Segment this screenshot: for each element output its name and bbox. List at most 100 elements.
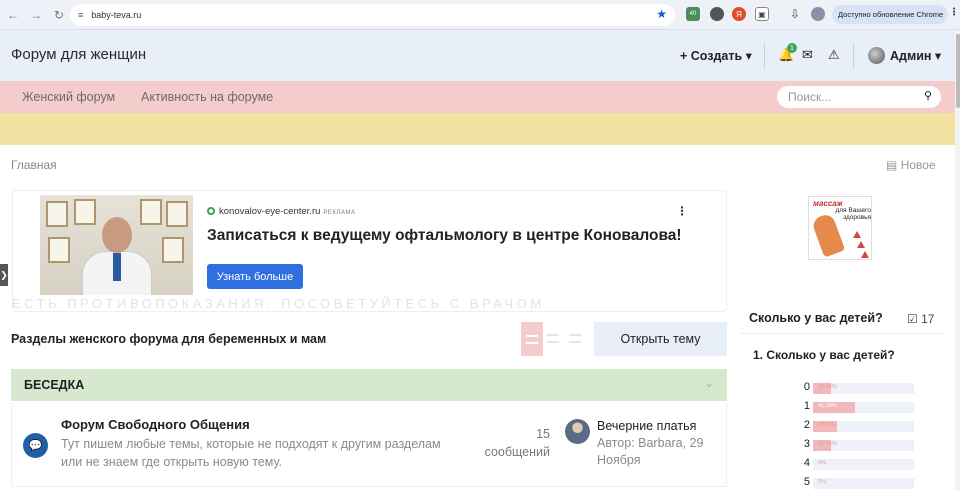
poll-option-percent: 17,65% bbox=[818, 441, 837, 447]
decor-triangle bbox=[853, 231, 861, 238]
poll-option: 0 17,65% bbox=[800, 381, 920, 395]
side-panel-toggle[interactable]: ❯ bbox=[0, 264, 8, 286]
sidebar-ad-banner[interactable]: массаж для Вашего здоровья bbox=[808, 196, 872, 260]
new-posts-link[interactable]: ▤ Новое bbox=[886, 158, 936, 172]
update-label: Доступно обновление Chrome bbox=[838, 10, 944, 19]
poll-option: 4 0% bbox=[800, 457, 920, 471]
ad-domain-text: konovalov-eye-center.ru bbox=[219, 206, 321, 217]
last-post-author: Автор: Barbara, 29 Ноября bbox=[597, 436, 704, 467]
diploma-frame bbox=[162, 237, 184, 263]
diploma-frame bbox=[46, 201, 68, 227]
last-post-title[interactable]: Вечерние платья bbox=[597, 419, 696, 433]
search-icon[interactable]: ⚲ bbox=[924, 89, 932, 102]
doctor-tie bbox=[113, 253, 121, 281]
bookmark-star-icon[interactable]: ★ bbox=[656, 7, 667, 21]
chevron-down-icon[interactable]: ⌄ bbox=[704, 376, 714, 390]
ad-cta-button[interactable]: Узнать больше bbox=[207, 264, 303, 289]
notification-badge: 1 bbox=[787, 43, 797, 53]
poll-bar-track: 0% bbox=[813, 478, 914, 489]
category-header[interactable]: БЕСЕДКА ⌄ bbox=[11, 369, 727, 401]
decor-triangle bbox=[857, 241, 865, 248]
divider bbox=[853, 44, 854, 68]
divider bbox=[740, 333, 944, 334]
poll-option-percent: 0% bbox=[818, 479, 826, 485]
poll-bar-track: 17,65% bbox=[813, 440, 914, 451]
poll-option-label: 3 bbox=[803, 438, 810, 450]
poll-option-percent: 17,65% bbox=[818, 384, 837, 390]
poll-bar-track: 41,18% bbox=[813, 402, 914, 413]
extension-icon[interactable] bbox=[710, 7, 724, 21]
profile-icon[interactable] bbox=[811, 7, 825, 21]
create-label: + Создать bbox=[680, 49, 743, 63]
poll-title[interactable]: Сколько у вас детей? bbox=[749, 311, 883, 325]
poll-option: 5 0% bbox=[800, 476, 920, 490]
main-nav: Женский форум Активность на форуме Поиск… bbox=[0, 81, 955, 113]
list-view-button[interactable] bbox=[521, 322, 543, 356]
back-icon[interactable]: ← bbox=[3, 5, 23, 25]
diploma-frame bbox=[48, 237, 70, 263]
yandex-extension-icon[interactable]: Я bbox=[732, 7, 746, 21]
ad-tag: РЕКЛАМА bbox=[323, 210, 356, 216]
warning-icon[interactable]: ⚠ bbox=[828, 47, 840, 63]
ad-headline[interactable]: Записаться к ведущему офтальмологу в цен… bbox=[207, 227, 682, 245]
forum-description: Тут пишем любые темы, которые не подходя… bbox=[61, 437, 441, 469]
ad-domain[interactable]: konovalov-eye-center.ru РЕКЛАМА bbox=[207, 206, 355, 217]
site-settings-icon[interactable]: ≡ bbox=[78, 10, 83, 20]
search-placeholder: Поиск... bbox=[788, 90, 832, 104]
avatar[interactable] bbox=[868, 47, 885, 64]
search-input[interactable]: Поиск... ⚲ bbox=[777, 86, 941, 108]
puzzle-icon[interactable]: ▣ bbox=[755, 7, 769, 21]
scrollbar-thumb[interactable] bbox=[956, 34, 960, 108]
poll-option-percent: 41,18% bbox=[818, 403, 837, 409]
chrome-update-button[interactable]: Доступно обновление Chrome bbox=[832, 5, 948, 24]
poll-option-label: 1 bbox=[803, 400, 810, 412]
diploma-frame bbox=[166, 201, 188, 227]
poll-question: 1. Сколько у вас детей? bbox=[753, 348, 895, 362]
mail-icon[interactable]: ✉ bbox=[802, 47, 813, 63]
chat-bubble-icon: 💬 bbox=[23, 433, 48, 458]
forward-icon[interactable]: → bbox=[26, 5, 46, 25]
forum-row: 💬 Форум Свободного Общения Тут пишем люб… bbox=[11, 403, 727, 487]
reload-icon[interactable]: ↻ bbox=[49, 5, 69, 25]
nav-link-activity[interactable]: Активность на форуме bbox=[141, 90, 273, 104]
section-title: Разделы женского форума для беременных и… bbox=[11, 332, 327, 346]
poll-vote-count: ☑ 17 bbox=[907, 312, 934, 326]
address-bar[interactable]: ≡ baby-teva.ru ★ bbox=[70, 4, 675, 26]
new-label: Новое bbox=[900, 158, 936, 172]
download-icon[interactable]: ⇩ bbox=[788, 7, 802, 21]
checkbox-icon: ☑ bbox=[907, 312, 918, 326]
ad-banner[interactable] bbox=[12, 190, 727, 312]
poll-option: 3 17,65% bbox=[800, 438, 920, 452]
user-name: Админ bbox=[890, 49, 932, 63]
diploma-frame bbox=[140, 199, 162, 225]
category-title: БЕСЕДКА bbox=[24, 378, 85, 392]
newspaper-icon: ▤ bbox=[886, 158, 898, 172]
ad-options-icon[interactable]: ⋮ bbox=[676, 204, 688, 218]
ad-image bbox=[40, 195, 193, 295]
site-header: Форум для женщин + Создать ▾ 🔔 1 ✉ ⚠ Адм… bbox=[0, 30, 955, 81]
site-title[interactable]: Форум для женщин bbox=[11, 46, 146, 63]
ad-favicon-icon bbox=[207, 207, 215, 215]
poll-option-label: 4 bbox=[803, 457, 810, 469]
url-text: baby-teva.ru bbox=[91, 10, 142, 20]
user-menu[interactable]: Админ ▾ bbox=[890, 48, 941, 63]
forum-title[interactable]: Форум Свободного Общения bbox=[61, 417, 250, 432]
poll-option-percent: 0% bbox=[818, 460, 826, 466]
extension-icon[interactable]: 40 bbox=[686, 7, 700, 21]
post-count-label: сообщений bbox=[484, 445, 550, 459]
poll-bar-track: 17,65% bbox=[813, 383, 914, 394]
grid-view-icon[interactable] bbox=[569, 334, 581, 343]
breadcrumb[interactable]: Главная bbox=[11, 158, 57, 172]
nav-link-womens-forum[interactable]: Женский форум bbox=[22, 90, 115, 104]
browser-menu-icon[interactable]: ⋮ bbox=[949, 7, 959, 18]
divider bbox=[764, 44, 765, 68]
poll-votes: 17 bbox=[921, 312, 935, 326]
avatar[interactable] bbox=[565, 419, 590, 444]
compact-view-icon[interactable] bbox=[547, 334, 559, 343]
poll-bar-track: 0% bbox=[813, 459, 914, 470]
poll-option-label: 5 bbox=[803, 476, 810, 488]
open-topic-button[interactable]: Открыть тему bbox=[594, 322, 727, 356]
notice-strip bbox=[0, 113, 955, 145]
ad-subtitle: для Вашего здоровья bbox=[835, 207, 871, 221]
create-button[interactable]: + Создать ▾ bbox=[680, 48, 752, 63]
